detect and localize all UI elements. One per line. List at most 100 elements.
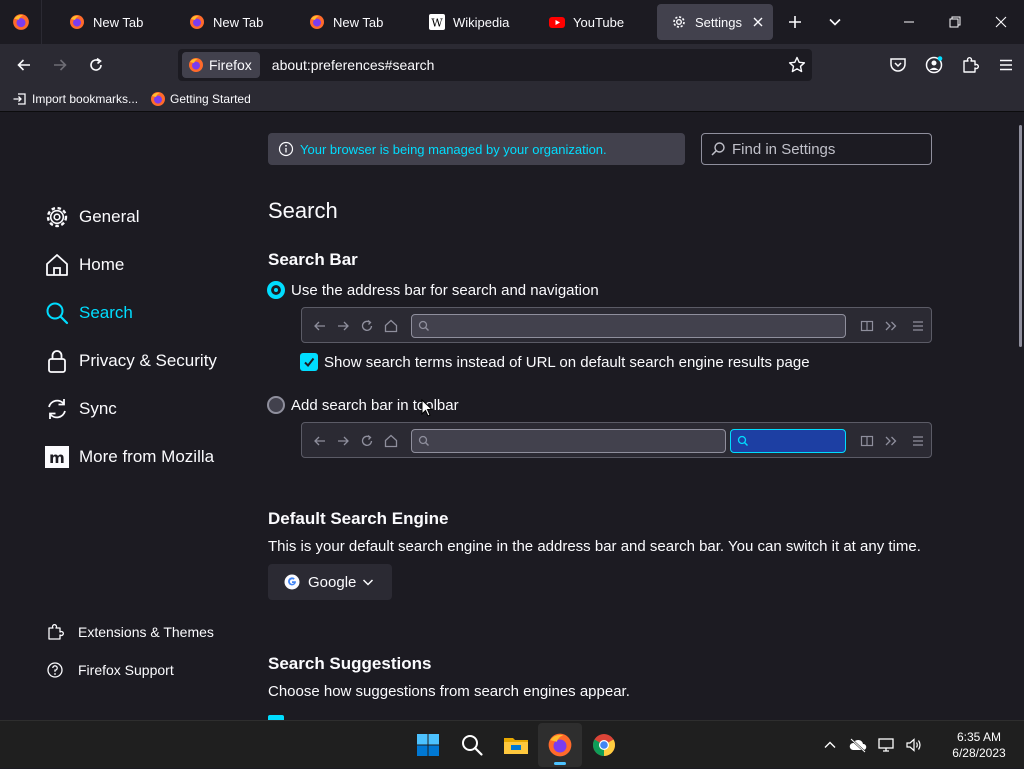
forward-arrow-icon (54, 59, 67, 71)
find-in-settings-input[interactable]: Find in Settings (701, 133, 932, 165)
radio-button-selected[interactable] (267, 281, 285, 299)
back-arrow-icon (17, 59, 30, 71)
forward-button[interactable] (42, 49, 78, 81)
account-button[interactable] (916, 49, 952, 81)
sidebar-item-label: More from Mozilla (79, 447, 215, 466)
restore-button[interactable] (932, 0, 978, 44)
identity-box[interactable]: Firefox (182, 52, 260, 78)
svg-text:m: m (49, 449, 65, 467)
bookmark-star-icon[interactable] (788, 56, 806, 74)
checkbox-show-search-terms[interactable]: Show search terms instead of URL on defa… (300, 353, 810, 371)
back-button[interactable] (6, 49, 42, 81)
sidebar-link-firefox-support[interactable]: Firefox Support (46, 651, 214, 689)
default-engine-description: This is your default search engine in th… (268, 538, 921, 555)
tab-title: New Tab (333, 14, 384, 30)
scrollbar[interactable] (1018, 113, 1024, 720)
tab-title: Settings (695, 14, 742, 30)
network-button[interactable] (872, 731, 900, 759)
cloud-offline-icon (849, 738, 867, 753)
bookmark-getting-started[interactable]: Getting Started (150, 88, 251, 110)
plus-icon (789, 16, 801, 28)
sidebar-item-more-from-mozilla[interactable]: m More from Mozilla (44, 433, 217, 481)
new-tab-button[interactable] (775, 0, 815, 44)
close-tab-icon[interactable] (751, 15, 765, 29)
volume-icon (906, 738, 921, 752)
url-text[interactable]: about:preferences#search (272, 57, 435, 73)
list-all-tabs-button[interactable] (815, 0, 855, 44)
start-button[interactable] (406, 723, 450, 767)
tab-wikipedia[interactable]: W Wikipedia (415, 4, 535, 40)
tab-title: New Tab (213, 14, 264, 30)
tab-new-tab-1[interactable]: New Tab (55, 4, 175, 40)
checkbox-checked[interactable] (300, 353, 318, 371)
sidebar-icon (860, 320, 874, 332)
home-icon (46, 254, 68, 276)
windows-start-icon (417, 734, 439, 756)
search-suggestions-description: Choose how suggestions from search engin… (268, 683, 630, 700)
tab-title: New Tab (93, 14, 144, 30)
firefox-view-button[interactable] (0, 0, 42, 44)
onedrive-button[interactable] (844, 731, 872, 759)
search-suggestions-heading: Search Suggestions (268, 654, 432, 673)
lock-icon (48, 350, 66, 373)
tab-title: YouTube (573, 14, 625, 30)
sidebar-item-search[interactable]: Search (44, 289, 217, 337)
firefox-icon (190, 15, 204, 29)
back-arrow-icon (314, 436, 325, 446)
info-icon (278, 141, 294, 157)
close-window-button[interactable] (978, 0, 1024, 44)
firefox-icon (189, 58, 203, 72)
chevron-up-icon (824, 741, 836, 748)
chevron-down-icon (829, 18, 841, 26)
tab-settings[interactable]: Settings (657, 4, 773, 40)
radio-button-unselected[interactable] (267, 396, 285, 414)
search-icon (46, 302, 69, 325)
network-icon (878, 738, 894, 752)
taskbar-clock[interactable]: 6:35 AM 6/28/2023 (934, 729, 1024, 761)
reload-button[interactable] (78, 49, 114, 81)
app-menu-button[interactable] (988, 49, 1024, 81)
tab-new-tab-3[interactable]: New Tab (295, 4, 415, 40)
sidebar-link-extensions-themes[interactable]: Extensions & Themes (46, 613, 214, 651)
address-bar-preview (301, 307, 932, 343)
search-bar-preview (301, 422, 932, 458)
preview-urlbar (411, 429, 726, 453)
hamburger-menu-icon (913, 436, 923, 446)
extensions-button[interactable] (952, 49, 988, 81)
sidebar-item-sync[interactable]: Sync (44, 385, 217, 433)
radio-use-address-bar[interactable]: Use the address bar for search and navig… (267, 281, 599, 299)
sidebar-item-general[interactable]: General (44, 193, 217, 241)
address-bar[interactable]: Firefox about:preferences#search (178, 49, 812, 81)
policy-notice[interactable]: Your browser is being managed by your or… (268, 133, 685, 165)
taskbar-apps (406, 723, 626, 767)
search-icon (462, 735, 483, 756)
file-explorer-button[interactable] (494, 723, 538, 767)
bookmark-import[interactable]: Import bookmarks... (12, 88, 138, 110)
chrome-icon (593, 734, 615, 756)
puzzle-icon (963, 57, 979, 73)
sidebar-item-label: Home (79, 255, 125, 274)
scrollbar-thumb[interactable] (1019, 125, 1022, 347)
gear-icon (673, 16, 685, 28)
account-icon (925, 56, 943, 74)
checkbox-label: Show search terms instead of URL on defa… (324, 353, 810, 371)
firefox-taskbar-button[interactable] (538, 723, 582, 767)
sidebar-item-privacy[interactable]: Privacy & Security (44, 337, 217, 385)
volume-button[interactable] (900, 731, 928, 759)
help-icon (47, 662, 63, 678)
minimize-button[interactable] (886, 0, 932, 44)
chrome-taskbar-button[interactable] (582, 723, 626, 767)
show-hidden-icons-button[interactable] (816, 731, 844, 759)
sidebar-item-home[interactable]: Home (44, 241, 217, 289)
page-title: Search (268, 198, 338, 223)
tab-new-tab-2[interactable]: New Tab (175, 4, 295, 40)
preview-searchbar (730, 429, 846, 453)
taskbar-search-button[interactable] (450, 723, 494, 767)
windows-taskbar: 6:35 AM 6/28/2023 (0, 720, 1024, 768)
pocket-button[interactable] (880, 49, 916, 81)
firefox-icon (70, 15, 84, 29)
sidebar-item-label: Sync (79, 399, 117, 418)
tab-youtube[interactable]: YouTube (535, 4, 655, 40)
bookmarks-toolbar: Import bookmarks... Getting Started (0, 86, 1024, 112)
default-engine-dropdown[interactable]: Google (268, 564, 392, 600)
